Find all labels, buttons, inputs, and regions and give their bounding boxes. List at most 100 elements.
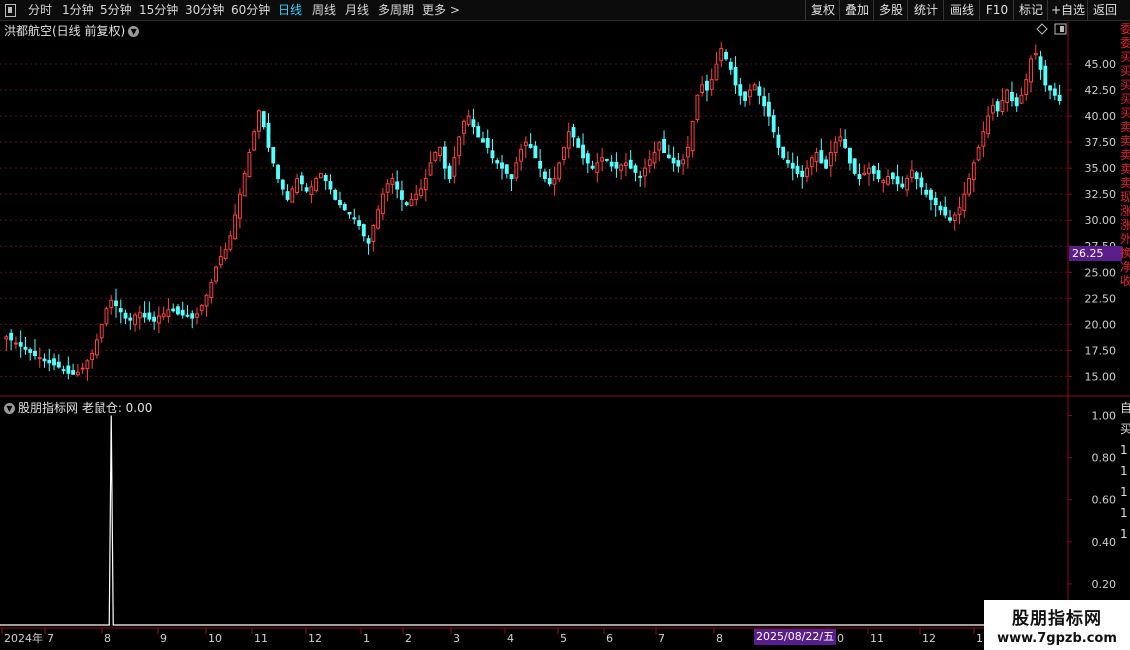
candle-body xyxy=(357,220,361,226)
candle xyxy=(581,133,585,165)
candle-body xyxy=(609,161,614,167)
candle xyxy=(990,98,995,121)
candle xyxy=(171,303,176,313)
candle-body xyxy=(900,183,905,188)
candle xyxy=(638,170,643,187)
candle xyxy=(705,74,709,102)
candle-body xyxy=(176,306,180,315)
candle xyxy=(890,171,895,185)
candle xyxy=(1024,73,1029,101)
candle-body xyxy=(576,138,581,148)
candle-body xyxy=(967,178,971,195)
cursor-date-tag: 2025/08/22/五 xyxy=(754,629,837,645)
candle-body xyxy=(128,317,133,321)
candle xyxy=(662,130,666,154)
candle-body xyxy=(509,174,514,180)
candle xyxy=(1014,93,1019,112)
quote-field-label: 净 xyxy=(1120,260,1130,274)
candle xyxy=(147,301,152,322)
candle-body xyxy=(152,316,157,322)
candle xyxy=(1043,59,1048,92)
diamond-icon[interactable] xyxy=(1036,23,1048,35)
candle xyxy=(533,141,538,159)
candle xyxy=(123,309,128,324)
candle xyxy=(886,169,890,187)
candle-body xyxy=(252,131,257,151)
candle xyxy=(576,136,581,148)
candle-body xyxy=(786,159,790,164)
candle-body xyxy=(285,191,290,200)
quote-field-label: 卖 xyxy=(1120,176,1130,190)
candle xyxy=(414,184,419,206)
candle xyxy=(199,303,204,316)
candle-body xyxy=(948,217,952,221)
candle-body xyxy=(795,165,800,174)
x-tick-label: 11 xyxy=(254,632,268,645)
candle xyxy=(876,162,881,183)
candle-body xyxy=(743,91,748,101)
candle xyxy=(47,348,52,372)
candle xyxy=(442,140,447,180)
candle xyxy=(156,306,161,333)
candle xyxy=(218,246,223,269)
candle xyxy=(671,146,676,172)
candle xyxy=(95,333,99,359)
candle-body xyxy=(1005,89,1010,103)
candle-body xyxy=(943,206,948,216)
candle xyxy=(90,349,95,369)
candle-body xyxy=(352,217,357,220)
candle xyxy=(56,354,61,369)
y-tick-label: 42.50 xyxy=(1085,84,1117,97)
candle xyxy=(786,151,790,168)
candle xyxy=(585,150,590,174)
candle-body xyxy=(13,342,18,345)
candle xyxy=(204,293,209,317)
candle-body xyxy=(838,136,843,142)
candle-body xyxy=(118,308,123,313)
candle-body xyxy=(1048,85,1053,91)
kline-chart[interactable]: 45.0042.5040.0037.5035.0032.5030.0027.50… xyxy=(0,0,1130,650)
candle-body xyxy=(847,147,852,164)
candle-body xyxy=(276,164,280,180)
candle-body xyxy=(414,193,419,201)
candle-body xyxy=(99,323,104,339)
candle xyxy=(724,49,728,62)
indicator-title[interactable]: ▼ 股朋指标网 老鼠仓: 0.00 xyxy=(4,399,152,416)
chevron-down-icon[interactable]: ▼ xyxy=(4,403,15,414)
candle xyxy=(152,311,157,330)
candle-body xyxy=(528,144,533,148)
candle-body xyxy=(271,147,276,164)
candle xyxy=(1010,81,1014,107)
candle xyxy=(604,158,609,163)
x-tick-label: 5 xyxy=(560,632,567,645)
y-tick-label: 25.00 xyxy=(1085,266,1117,279)
candle-body xyxy=(28,349,33,353)
candle xyxy=(619,163,624,180)
candle xyxy=(66,356,71,380)
candlestick-series xyxy=(4,41,1062,381)
candle xyxy=(900,176,905,190)
candle-body xyxy=(757,86,762,96)
candle xyxy=(466,109,471,127)
candle-body xyxy=(781,146,786,159)
candle-body xyxy=(819,150,824,164)
candle-body xyxy=(466,115,471,125)
candle-body xyxy=(747,89,752,98)
candle-body xyxy=(457,136,462,157)
candle-body xyxy=(571,127,576,138)
layout-toggle-icon[interactable] xyxy=(1054,23,1067,35)
candle-body xyxy=(590,165,595,169)
candle xyxy=(371,224,376,252)
candle-body xyxy=(485,138,490,148)
candle-body xyxy=(933,197,938,206)
quote-field-label: 收 xyxy=(1120,274,1130,288)
candle xyxy=(481,131,485,143)
candle xyxy=(495,157,500,169)
candle-body xyxy=(299,175,304,185)
candle xyxy=(433,150,438,163)
candle-body xyxy=(895,176,900,185)
candle-body xyxy=(990,105,995,114)
candle-body xyxy=(71,370,76,375)
candle xyxy=(419,179,423,199)
main-y-axis-labels: 45.0042.5040.0037.5035.0032.5030.0027.50… xyxy=(1085,58,1117,383)
